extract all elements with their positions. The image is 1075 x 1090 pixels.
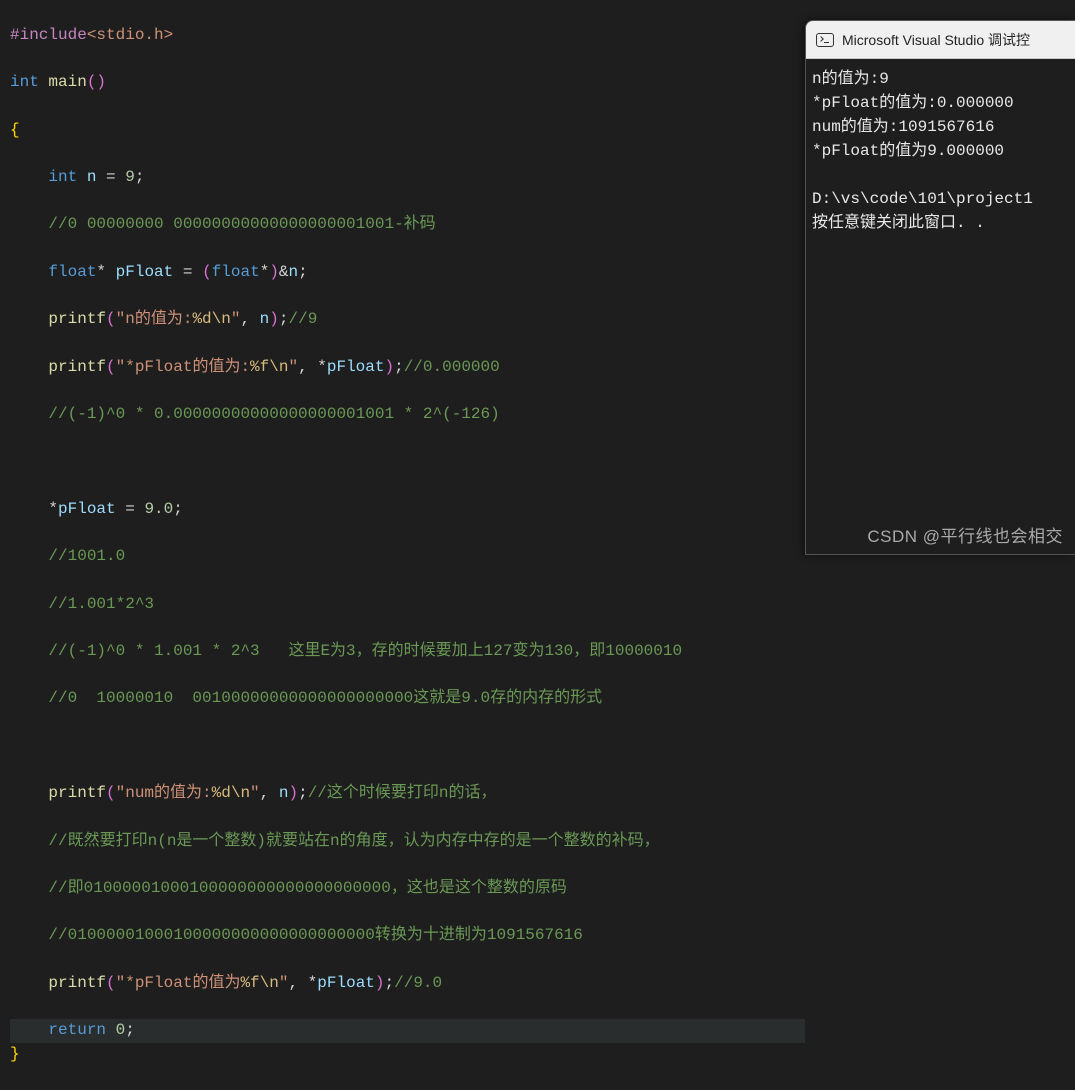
watermark: CSDN @平行线也会相交 [867,522,1063,547]
terminal-icon [816,33,834,47]
output-path: D:\vs\code\101\project1 [812,190,1033,208]
close-brace: } [10,1045,20,1063]
press-key-prompt: 按任意键关闭此窗口. . [812,214,985,232]
current-line: return 0; [10,1019,805,1043]
console-titlebar[interactable]: Microsoft Visual Studio 调试控 [806,21,1075,59]
code-editor[interactable]: #include<stdio.h> int main() { int n = 9… [0,0,805,555]
output-line: *pFloat的值为9.000000 [812,142,1004,160]
console-output[interactable]: n的值为:9 *pFloat的值为:0.000000 num的值为:109156… [806,59,1075,243]
output-line: num的值为:1091567616 [812,118,994,136]
keyword-int: int [10,73,39,91]
open-brace: { [10,121,20,139]
comment: //0 00000000 00000000000000000001001-补码 [48,215,435,233]
console-title: Microsoft Visual Studio 调试控 [842,30,1030,50]
preprocessor: #include [10,26,87,44]
output-line: *pFloat的值为:0.000000 [812,94,1014,112]
include-path: <stdio.h> [87,26,173,44]
output-line: n的值为:9 [812,70,889,88]
debug-console-window[interactable]: Microsoft Visual Studio 调试控 n的值为:9 *pFlo… [805,20,1075,555]
func-main: main [48,73,86,91]
